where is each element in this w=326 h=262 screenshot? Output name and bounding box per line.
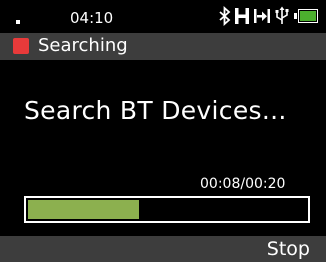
recording-indicator-icon [13,38,29,54]
progress-fill [28,200,139,219]
stop-button[interactable]: Stop [267,238,310,260]
progress-bar [24,196,310,223]
battery-icon [294,9,320,23]
battery-fill [300,11,316,21]
softkey-bar: Stop [0,236,326,262]
search-heading: Search BT Devices... [24,96,287,125]
signal-dot-icon [16,20,20,24]
title-bar: Searching [0,33,326,60]
page-title: Searching [38,35,128,56]
status-bar: 04:10 [0,0,326,33]
call-forward-icon [254,9,270,23]
usb-icon [275,6,289,24]
status-time: 04:10 [70,9,114,27]
bluetooth-icon [219,6,231,26]
elapsed-counter: 00:08/00:20 [200,176,286,192]
h-network-icon [235,8,249,24]
